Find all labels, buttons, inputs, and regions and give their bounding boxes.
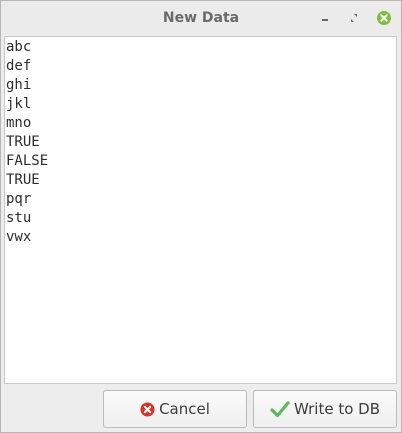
text-line: vwx bbox=[6, 229, 32, 245]
close-button[interactable] bbox=[376, 10, 392, 26]
title-bar[interactable]: New Data bbox=[1, 1, 401, 35]
maximize-icon bbox=[351, 14, 357, 22]
text-line: abc bbox=[6, 39, 32, 55]
minimize-button[interactable] bbox=[317, 10, 333, 26]
text-line: jkl bbox=[6, 96, 32, 112]
text-line: FALSE bbox=[6, 153, 49, 169]
data-text-area[interactable]: abc def ghi jkl mno TRUE FALSE TRUE pqr … bbox=[4, 36, 397, 384]
check-icon bbox=[270, 400, 290, 418]
text-line: stu bbox=[6, 210, 32, 226]
maximize-button[interactable] bbox=[346, 10, 362, 26]
minimize-icon bbox=[322, 19, 328, 21]
window-title: New Data bbox=[162, 10, 240, 26]
text-line: def bbox=[6, 58, 32, 74]
text-line: mno bbox=[6, 115, 32, 131]
cancel-label: Cancel bbox=[159, 400, 210, 418]
button-bar: Cancel Write to DB bbox=[1, 385, 401, 432]
cancel-icon bbox=[140, 401, 155, 417]
write-to-db-button[interactable]: Write to DB bbox=[253, 390, 397, 428]
write-to-db-label: Write to DB bbox=[293, 400, 381, 418]
text-line: TRUE bbox=[6, 134, 40, 150]
text-line: ghi bbox=[6, 77, 32, 93]
close-icon bbox=[377, 11, 391, 25]
text-line: TRUE bbox=[6, 172, 40, 188]
dialog-window: New Data abc def ghi jkl mno TRUE FALSE … bbox=[0, 0, 402, 433]
text-line: pqr bbox=[6, 191, 32, 207]
cancel-button[interactable]: Cancel bbox=[103, 390, 247, 428]
